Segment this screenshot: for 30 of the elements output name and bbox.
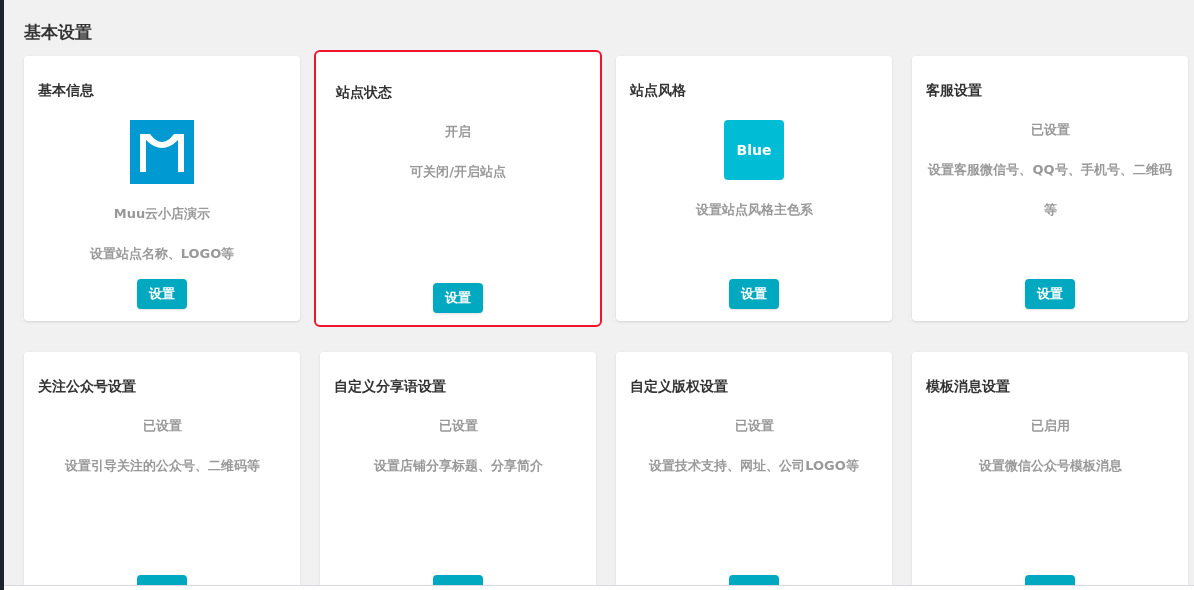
card-text: 可关闭/开启站点 [409, 163, 507, 181]
card-text: 已设置 [141, 417, 183, 435]
theme-swatch: Blue [724, 120, 784, 180]
setting-button[interactable]: 设置 [1025, 279, 1075, 309]
section-title: 基本设置 [24, 21, 92, 44]
setting-button[interactable]: 设置 [433, 283, 483, 313]
card-text: 已启用 [1029, 417, 1071, 435]
card-text: 设置站点风格主色系 [694, 201, 814, 219]
logo-icon [130, 120, 194, 184]
card-title: 站点状态 [335, 83, 392, 102]
card-text: 设置引导关注的公众号、二维码等 [63, 457, 261, 475]
card-text: 已设置 [437, 417, 479, 435]
card-title: 模板消息设置 [925, 377, 1010, 396]
card-text: 已设置 [733, 417, 775, 435]
card-title: 关注公众号设置 [37, 377, 136, 396]
card-text: 开启 [444, 123, 472, 141]
setting-button[interactable]: 设置 [729, 279, 779, 309]
card-text: 设置微信公众号模板消息 [977, 457, 1123, 475]
card-title: 自定义分享语设置 [333, 377, 446, 396]
card-text: 设置技术支持、网址、公司LOGO等 [648, 457, 860, 475]
card-text: 设置客服微信号、QQ号、手机号、二维码等 [927, 161, 1173, 219]
card-text: Muu云小店演示 [112, 205, 212, 223]
card-text: 设置店铺分享标题、分享简介 [372, 457, 544, 475]
card-title: 基本信息 [37, 81, 94, 100]
card-text: 已设置 [1029, 121, 1071, 139]
card-text: 设置站点名称、LOGO等 [88, 245, 236, 263]
card-title: 客服设置 [925, 81, 982, 100]
card-title: 站点风格 [629, 81, 686, 100]
setting-button[interactable]: 设置 [137, 279, 187, 309]
card-title: 自定义版权设置 [629, 377, 728, 396]
